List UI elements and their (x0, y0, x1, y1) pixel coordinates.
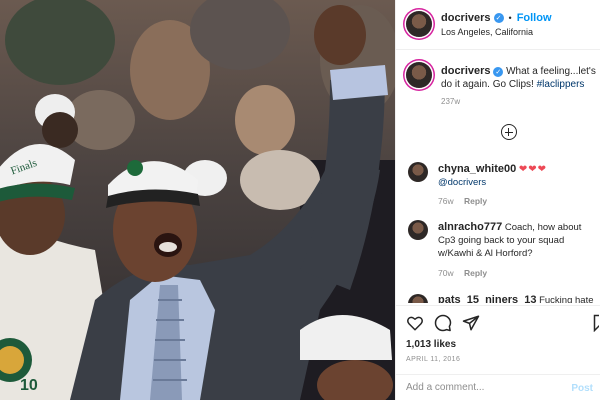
comment-body: chyna_white00 ❤❤❤ @docrivers (438, 163, 598, 189)
svg-text:10: 10 (20, 377, 38, 394)
comment-meta: 70w Reply (438, 268, 487, 278)
post-comment-button[interactable]: Post (571, 383, 593, 394)
post-header: docrivers ✓ • Follow Los Angeles, Califo… (396, 0, 600, 50)
reply-button[interactable]: Reply (464, 268, 487, 278)
comment-icon[interactable] (434, 314, 452, 332)
comment-time[interactable]: 70w (438, 268, 454, 278)
commenter-avatar[interactable] (408, 294, 428, 303)
location-link[interactable]: Los Angeles, California (441, 27, 533, 37)
post-date[interactable]: APRIL 11, 2016 (406, 356, 460, 363)
caption-username[interactable]: docrivers (441, 65, 491, 77)
share-icon[interactable] (462, 314, 480, 332)
add-comment-bar: Post (396, 374, 600, 400)
author-username[interactable]: docrivers (441, 12, 491, 24)
separator-dot: • (508, 13, 512, 23)
comment-text: Fucking hate (539, 295, 594, 303)
celebration-photo: Finals 10 (0, 0, 395, 400)
author-avatar[interactable] (406, 11, 432, 37)
reply-button[interactable]: Reply (464, 196, 487, 206)
likes-count[interactable]: 1,013 likes (406, 339, 456, 350)
verified-badge-icon: ✓ (493, 13, 504, 23)
heart-emojis: ❤❤❤ (518, 164, 548, 175)
commenter-username[interactable]: pats_15_niners_13 (438, 294, 536, 303)
caption-text: docrivers ✓ What a feeling...let's do it… (441, 65, 600, 91)
follow-button[interactable]: Follow (517, 12, 552, 24)
comment-input[interactable] (406, 382, 566, 393)
commenter-avatar[interactable] (408, 220, 428, 240)
load-more-comments-icon[interactable] (501, 124, 517, 140)
caption-timestamp[interactable]: 237w (441, 97, 460, 106)
bookmark-icon[interactable] (591, 314, 599, 332)
commenter-avatar[interactable] (408, 162, 428, 182)
commenter-username[interactable]: chyna_white00 (438, 163, 516, 175)
author-line: docrivers ✓ • Follow (441, 12, 552, 24)
caption-hashtag[interactable]: #laclippers (537, 79, 585, 90)
verified-badge-icon: ✓ (493, 67, 504, 77)
post-photo[interactable]: Finals 10 (0, 0, 395, 400)
comment-body: pats_15_niners_13 Fucking hate (438, 294, 598, 303)
comment-item: pats_15_niners_13 Fucking hate (408, 291, 598, 303)
caption-avatar[interactable] (406, 62, 432, 88)
action-icons (406, 314, 480, 332)
comment-time[interactable]: 76w (438, 196, 454, 206)
comment-meta: 76w Reply (438, 196, 487, 206)
post-actions: 1,013 likes APRIL 11, 2016 Post (396, 305, 600, 400)
commenter-username[interactable]: alnracho777 (438, 221, 502, 233)
comment-body: alnracho777 Coach, how about Cp3 going b… (438, 221, 598, 260)
heart-icon[interactable] (406, 314, 424, 332)
post-side-panel: docrivers ✓ • Follow Los Angeles, Califo… (395, 0, 600, 400)
comment-mention[interactable]: @docrivers (438, 177, 486, 188)
